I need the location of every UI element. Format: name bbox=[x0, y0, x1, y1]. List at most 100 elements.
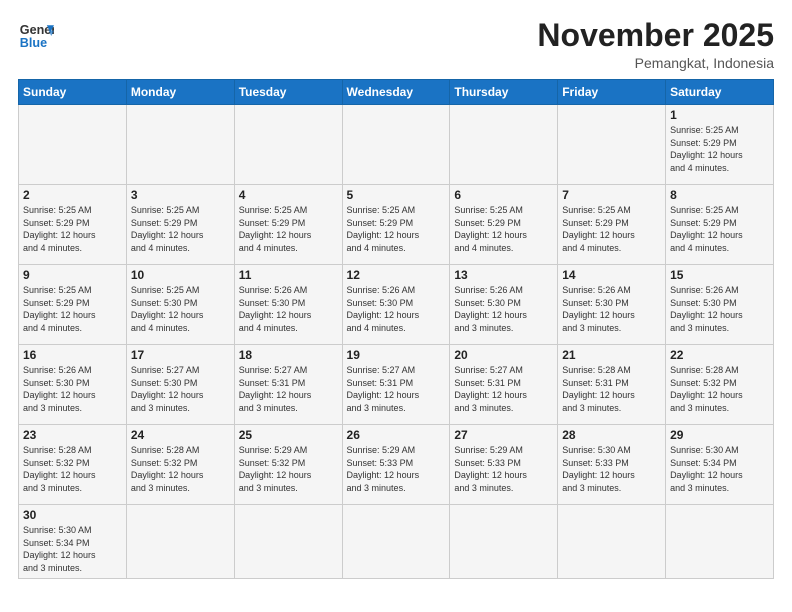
calendar-cell: 3 Sunrise: 5:25 AM Sunset: 5:29 PM Daylig… bbox=[126, 185, 234, 265]
day-number: 2 bbox=[23, 188, 122, 202]
header-wednesday: Wednesday bbox=[342, 80, 450, 105]
day-info: Sunrise: 5:25 AM Sunset: 5:29 PM Dayligh… bbox=[670, 124, 769, 174]
day-number: 22 bbox=[670, 348, 769, 362]
calendar-cell: 21 Sunrise: 5:28 AM Sunset: 5:31 PM Dayli… bbox=[558, 345, 666, 425]
calendar-cell: 1 Sunrise: 5:25 AM Sunset: 5:29 PM Daylig… bbox=[666, 105, 774, 185]
header-saturday: Saturday bbox=[666, 80, 774, 105]
calendar-cell: 23Sunrise: 5:28 AM Sunset: 5:32 PM Dayli… bbox=[19, 425, 127, 505]
calendar-cell: 13Sunrise: 5:26 AM Sunset: 5:30 PM Dayli… bbox=[450, 265, 558, 345]
header-tuesday: Tuesday bbox=[234, 80, 342, 105]
day-number: 8 bbox=[670, 188, 769, 202]
calendar-cell bbox=[126, 505, 234, 578]
calendar-cell bbox=[126, 105, 234, 185]
calendar-cell: 19Sunrise: 5:27 AM Sunset: 5:31 PM Dayli… bbox=[342, 345, 450, 425]
day-number: 17 bbox=[131, 348, 230, 362]
calendar-week-1: 2 Sunrise: 5:25 AM Sunset: 5:29 PM Daylig… bbox=[19, 185, 774, 265]
calendar-week-2: 9 Sunrise: 5:25 AM Sunset: 5:29 PM Daylig… bbox=[19, 265, 774, 345]
calendar-week-3: 16Sunrise: 5:26 AM Sunset: 5:30 PM Dayli… bbox=[19, 345, 774, 425]
day-number: 9 bbox=[23, 268, 122, 282]
day-info: Sunrise: 5:27 AM Sunset: 5:31 PM Dayligh… bbox=[454, 364, 553, 414]
day-number: 26 bbox=[347, 428, 446, 442]
calendar-cell: 5Sunrise: 5:25 AM Sunset: 5:29 PM Daylig… bbox=[342, 185, 450, 265]
day-number: 13 bbox=[454, 268, 553, 282]
day-info: Sunrise: 5:29 AM Sunset: 5:32 PM Dayligh… bbox=[239, 444, 338, 494]
calendar-cell: 4Sunrise: 5:25 AM Sunset: 5:29 PM Daylig… bbox=[234, 185, 342, 265]
day-number: 21 bbox=[562, 348, 661, 362]
day-info: Sunrise: 5:27 AM Sunset: 5:31 PM Dayligh… bbox=[347, 364, 446, 414]
day-number: 15 bbox=[670, 268, 769, 282]
calendar-cell bbox=[558, 505, 666, 578]
calendar-cell: 26 Sunrise: 5:29 AM Sunset: 5:33 PM Dayli… bbox=[342, 425, 450, 505]
header-friday: Friday bbox=[558, 80, 666, 105]
day-info: Sunrise: 5:28 AM Sunset: 5:32 PM Dayligh… bbox=[131, 444, 230, 494]
day-info: Sunrise: 5:30 AM Sunset: 5:34 PM Dayligh… bbox=[23, 524, 122, 574]
day-number: 25 bbox=[239, 428, 338, 442]
calendar-cell: 6Sunrise: 5:25 AM Sunset: 5:29 PM Daylig… bbox=[450, 185, 558, 265]
day-number: 5 bbox=[347, 188, 446, 202]
calendar-cell: 11 Sunrise: 5:26 AM Sunset: 5:30 PM Dayli… bbox=[234, 265, 342, 345]
day-info: Sunrise: 5:29 AM Sunset: 5:33 PM Dayligh… bbox=[347, 444, 446, 494]
day-number: 24 bbox=[131, 428, 230, 442]
header-thursday: Thursday bbox=[450, 80, 558, 105]
calendar-cell bbox=[19, 105, 127, 185]
day-number: 11 bbox=[239, 268, 338, 282]
calendar-cell: 25 Sunrise: 5:29 AM Sunset: 5:32 PM Dayli… bbox=[234, 425, 342, 505]
day-number: 4 bbox=[239, 188, 338, 202]
calendar-cell: 15 Sunrise: 5:26 AM Sunset: 5:30 PM Dayli… bbox=[666, 265, 774, 345]
day-info: Sunrise: 5:27 AM Sunset: 5:30 PM Dayligh… bbox=[131, 364, 230, 414]
day-info: Sunrise: 5:28 AM Sunset: 5:31 PM Dayligh… bbox=[562, 364, 661, 414]
logo-icon: General Blue bbox=[18, 18, 54, 54]
calendar-cell: 28 Sunrise: 5:30 AM Sunset: 5:33 PM Dayli… bbox=[558, 425, 666, 505]
calendar-cell bbox=[450, 105, 558, 185]
day-number: 1 bbox=[670, 108, 769, 122]
day-info: Sunrise: 5:26 AM Sunset: 5:30 PM Dayligh… bbox=[239, 284, 338, 334]
calendar-cell bbox=[450, 505, 558, 578]
title-block: November 2025 Pemangkat, Indonesia bbox=[537, 18, 774, 71]
calendar-cell bbox=[234, 505, 342, 578]
day-info: Sunrise: 5:28 AM Sunset: 5:32 PM Dayligh… bbox=[670, 364, 769, 414]
calendar-week-0: 1 Sunrise: 5:25 AM Sunset: 5:29 PM Daylig… bbox=[19, 105, 774, 185]
calendar-week-5: 30 Sunrise: 5:30 AM Sunset: 5:34 PM Dayli… bbox=[19, 505, 774, 578]
day-info: Sunrise: 5:25 AM Sunset: 5:29 PM Dayligh… bbox=[131, 204, 230, 254]
location: Pemangkat, Indonesia bbox=[537, 55, 774, 71]
header-sunday: Sunday bbox=[19, 80, 127, 105]
day-number: 12 bbox=[347, 268, 446, 282]
day-info: Sunrise: 5:27 AM Sunset: 5:31 PM Dayligh… bbox=[239, 364, 338, 414]
day-info: Sunrise: 5:25 AM Sunset: 5:30 PM Dayligh… bbox=[131, 284, 230, 334]
calendar-cell: 8 Sunrise: 5:25 AM Sunset: 5:29 PM Daylig… bbox=[666, 185, 774, 265]
day-number: 28 bbox=[562, 428, 661, 442]
month-title: November 2025 bbox=[537, 18, 774, 53]
day-info: Sunrise: 5:30 AM Sunset: 5:33 PM Dayligh… bbox=[562, 444, 661, 494]
calendar-cell: 22 Sunrise: 5:28 AM Sunset: 5:32 PM Dayli… bbox=[666, 345, 774, 425]
day-info: Sunrise: 5:29 AM Sunset: 5:33 PM Dayligh… bbox=[454, 444, 553, 494]
svg-text:Blue: Blue bbox=[20, 36, 47, 50]
calendar-cell bbox=[342, 505, 450, 578]
day-info: Sunrise: 5:26 AM Sunset: 5:30 PM Dayligh… bbox=[670, 284, 769, 334]
day-info: Sunrise: 5:28 AM Sunset: 5:32 PM Dayligh… bbox=[23, 444, 122, 494]
calendar-week-4: 23Sunrise: 5:28 AM Sunset: 5:32 PM Dayli… bbox=[19, 425, 774, 505]
header-monday: Monday bbox=[126, 80, 234, 105]
calendar-cell: 14 Sunrise: 5:26 AM Sunset: 5:30 PM Dayli… bbox=[558, 265, 666, 345]
calendar-header-row: SundayMondayTuesdayWednesdayThursdayFrid… bbox=[19, 80, 774, 105]
day-number: 18 bbox=[239, 348, 338, 362]
calendar-cell: 2Sunrise: 5:25 AM Sunset: 5:29 PM Daylig… bbox=[19, 185, 127, 265]
calendar-cell: 30 Sunrise: 5:30 AM Sunset: 5:34 PM Dayli… bbox=[19, 505, 127, 578]
day-number: 20 bbox=[454, 348, 553, 362]
day-number: 14 bbox=[562, 268, 661, 282]
day-info: Sunrise: 5:25 AM Sunset: 5:29 PM Dayligh… bbox=[562, 204, 661, 254]
calendar-cell bbox=[342, 105, 450, 185]
calendar-cell: 10Sunrise: 5:25 AM Sunset: 5:30 PM Dayli… bbox=[126, 265, 234, 345]
day-info: Sunrise: 5:26 AM Sunset: 5:30 PM Dayligh… bbox=[23, 364, 122, 414]
calendar: SundayMondayTuesdayWednesdayThursdayFrid… bbox=[18, 79, 774, 578]
day-info: Sunrise: 5:25 AM Sunset: 5:29 PM Dayligh… bbox=[23, 284, 122, 334]
day-info: Sunrise: 5:26 AM Sunset: 5:30 PM Dayligh… bbox=[562, 284, 661, 334]
calendar-cell: 12Sunrise: 5:26 AM Sunset: 5:30 PM Dayli… bbox=[342, 265, 450, 345]
calendar-cell: 27 Sunrise: 5:29 AM Sunset: 5:33 PM Dayli… bbox=[450, 425, 558, 505]
day-number: 27 bbox=[454, 428, 553, 442]
calendar-cell bbox=[558, 105, 666, 185]
calendar-cell: 24 Sunrise: 5:28 AM Sunset: 5:32 PM Dayli… bbox=[126, 425, 234, 505]
day-number: 30 bbox=[23, 508, 122, 522]
calendar-cell: 17 Sunrise: 5:27 AM Sunset: 5:30 PM Dayli… bbox=[126, 345, 234, 425]
day-number: 3 bbox=[131, 188, 230, 202]
day-info: Sunrise: 5:25 AM Sunset: 5:29 PM Dayligh… bbox=[670, 204, 769, 254]
